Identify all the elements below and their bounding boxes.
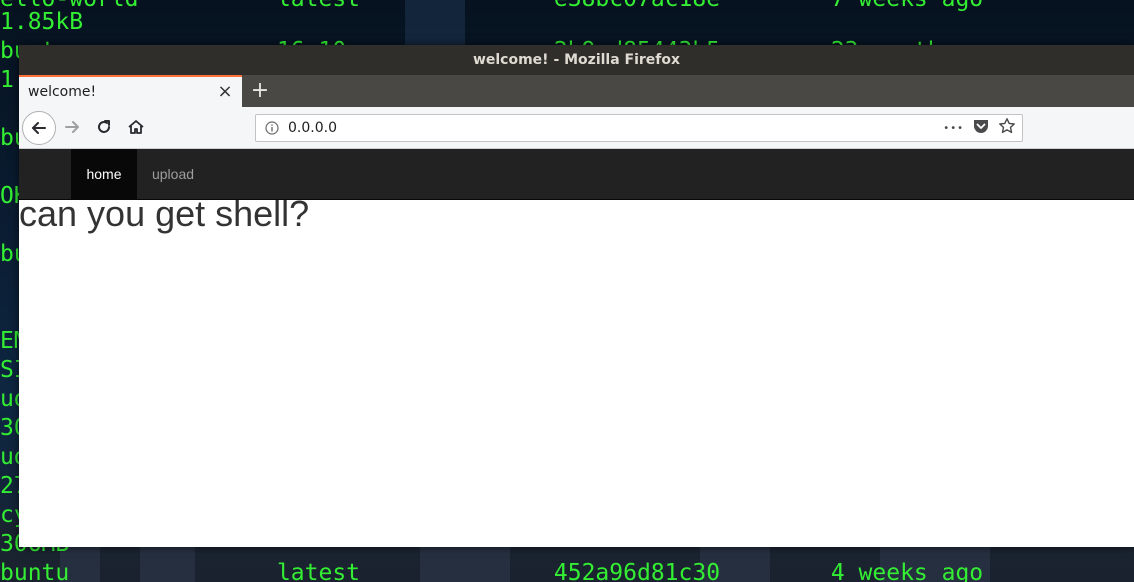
browser-window: welcome! - Mozilla Firefox welcome! × + bbox=[19, 45, 1134, 547]
tab-strip: welcome! × + bbox=[19, 75, 1134, 107]
reload-button[interactable] bbox=[89, 112, 119, 142]
tab-title: welcome! bbox=[28, 84, 97, 100]
web-page: home upload can you get shell? bbox=[19, 149, 1134, 547]
nav-link-upload[interactable]: upload bbox=[137, 149, 209, 199]
info-icon[interactable] bbox=[256, 121, 288, 135]
url-text[interactable]: 0.0.0.0 bbox=[288, 120, 943, 136]
arrow-right-icon bbox=[65, 121, 79, 133]
new-tab-button[interactable]: + bbox=[248, 79, 272, 103]
back-button[interactable] bbox=[22, 111, 56, 145]
address-bar[interactable]: 0.0.0.0 ••• bbox=[255, 114, 1023, 142]
home-icon bbox=[128, 120, 144, 134]
close-icon[interactable]: × bbox=[216, 83, 234, 101]
home-button[interactable] bbox=[121, 112, 151, 142]
tab-welcome[interactable]: welcome! × bbox=[19, 75, 242, 107]
navigation-toolbar: 0.0.0.0 ••• bbox=[19, 107, 1134, 149]
nav-link-home[interactable]: home bbox=[71, 149, 137, 199]
window-title: welcome! - Mozilla Firefox bbox=[472, 52, 681, 68]
bookmark-star-icon[interactable] bbox=[998, 117, 1016, 139]
terminal-line: ello-world latest e38bc07ac18e 7 weeks a… bbox=[0, 0, 983, 14]
page-actions-icon[interactable]: ••• bbox=[943, 123, 964, 134]
pocket-icon[interactable] bbox=[972, 117, 990, 139]
forward-button[interactable] bbox=[57, 112, 87, 142]
arrow-left-icon bbox=[32, 122, 46, 134]
reload-icon bbox=[98, 120, 110, 133]
page-heading: can you get shell? bbox=[19, 193, 310, 234]
terminal-line: 1.85kB bbox=[0, 9, 84, 35]
window-titlebar[interactable]: welcome! - Mozilla Firefox bbox=[19, 45, 1134, 75]
terminal-line: buntu latest 452a96d81c30 4 weeks ago bbox=[0, 560, 984, 582]
terminal-line: 1 bbox=[0, 67, 14, 93]
